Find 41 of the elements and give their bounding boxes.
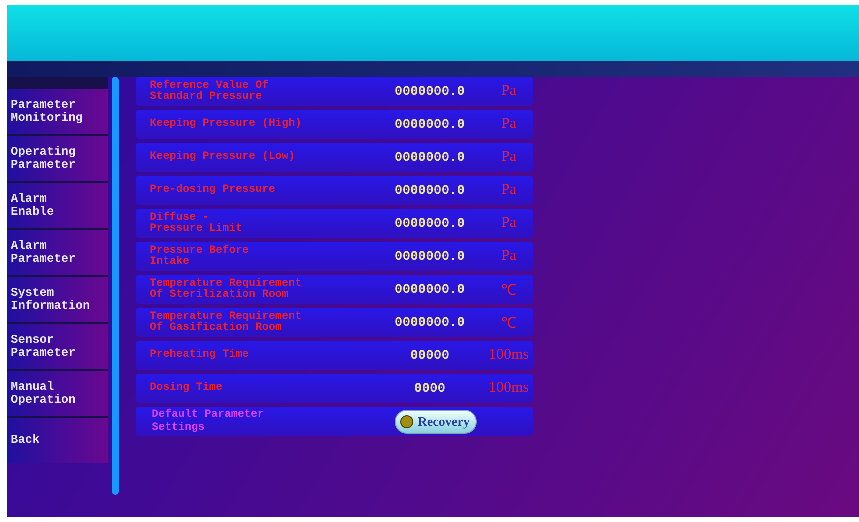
parameter-value[interactable]: 0000000.0 xyxy=(375,282,485,297)
parameter-value[interactable]: 0000000.0 xyxy=(375,150,485,165)
parameter-unit: Pa xyxy=(500,116,518,133)
parameter-label: Temperature Requirement Of Gasification Room xyxy=(149,312,303,334)
parameter-unit: Pa xyxy=(500,182,518,199)
sidebar-item[interactable]: Back xyxy=(7,418,108,463)
parameter-value[interactable]: 0000000.0 xyxy=(375,315,485,330)
parameter-value[interactable]: 0000000.0 xyxy=(375,117,485,132)
sidebar-item[interactable]: Alarm Enable xyxy=(7,183,108,228)
parameter-value[interactable]: 0000 xyxy=(375,381,485,396)
parameter-value[interactable]: 00000 xyxy=(375,348,485,363)
parameter-value[interactable]: 0000000.0 xyxy=(375,84,485,99)
circle-icon xyxy=(400,414,414,428)
parameter-label: Keeping Pressure (High) xyxy=(149,119,303,130)
sidebar-item[interactable]: Manual Operation xyxy=(7,371,108,416)
parameter-unit: Pa xyxy=(500,149,518,166)
parameter-unit: Pa xyxy=(500,215,518,232)
parameter-label: Pressure Before Intake xyxy=(149,246,250,268)
sidebar-item[interactable]: System Information xyxy=(7,277,108,322)
sidebar-item[interactable]: Alarm Parameter xyxy=(7,230,108,275)
parameter-unit: Pa xyxy=(500,248,518,265)
parameter-value[interactable]: 0000000.0 xyxy=(375,249,485,264)
parameter-label: Diffuse - Pressure Limit xyxy=(149,212,244,234)
parameter-unit: Pa xyxy=(500,83,518,100)
parameter-label: Keeping Pressure (Low) xyxy=(149,152,296,163)
parameter-unit: 100ms xyxy=(488,380,530,397)
sidebar-item[interactable]: Parameter Monitoring xyxy=(7,89,108,134)
recovery-button[interactable]: Recovery xyxy=(395,410,477,434)
parameter-label: Dosing Time xyxy=(149,383,224,394)
parameter-label: Pre-dosing Pressure xyxy=(149,185,276,196)
parameter-label: Reference Value Of Standard Pressure xyxy=(149,80,270,102)
parameter-value[interactable]: 0000000.0 xyxy=(375,183,485,198)
parameter-value[interactable]: 0000000.0 xyxy=(375,216,485,231)
sidebar-item[interactable]: Sensor Parameter xyxy=(7,324,108,369)
parameter-unit: ℃ xyxy=(500,282,518,300)
parameter-unit: ℃ xyxy=(500,315,518,333)
parameter-unit: 100ms xyxy=(488,347,530,364)
parameter-label: Preheating Time xyxy=(149,350,250,361)
default-settings-label: Default Parameter Settings xyxy=(151,408,266,434)
parameter-label: Temperature Requirement Of Sterilization Room xyxy=(149,278,303,300)
sidebar-item[interactable]: Operating Parameter xyxy=(7,136,108,181)
